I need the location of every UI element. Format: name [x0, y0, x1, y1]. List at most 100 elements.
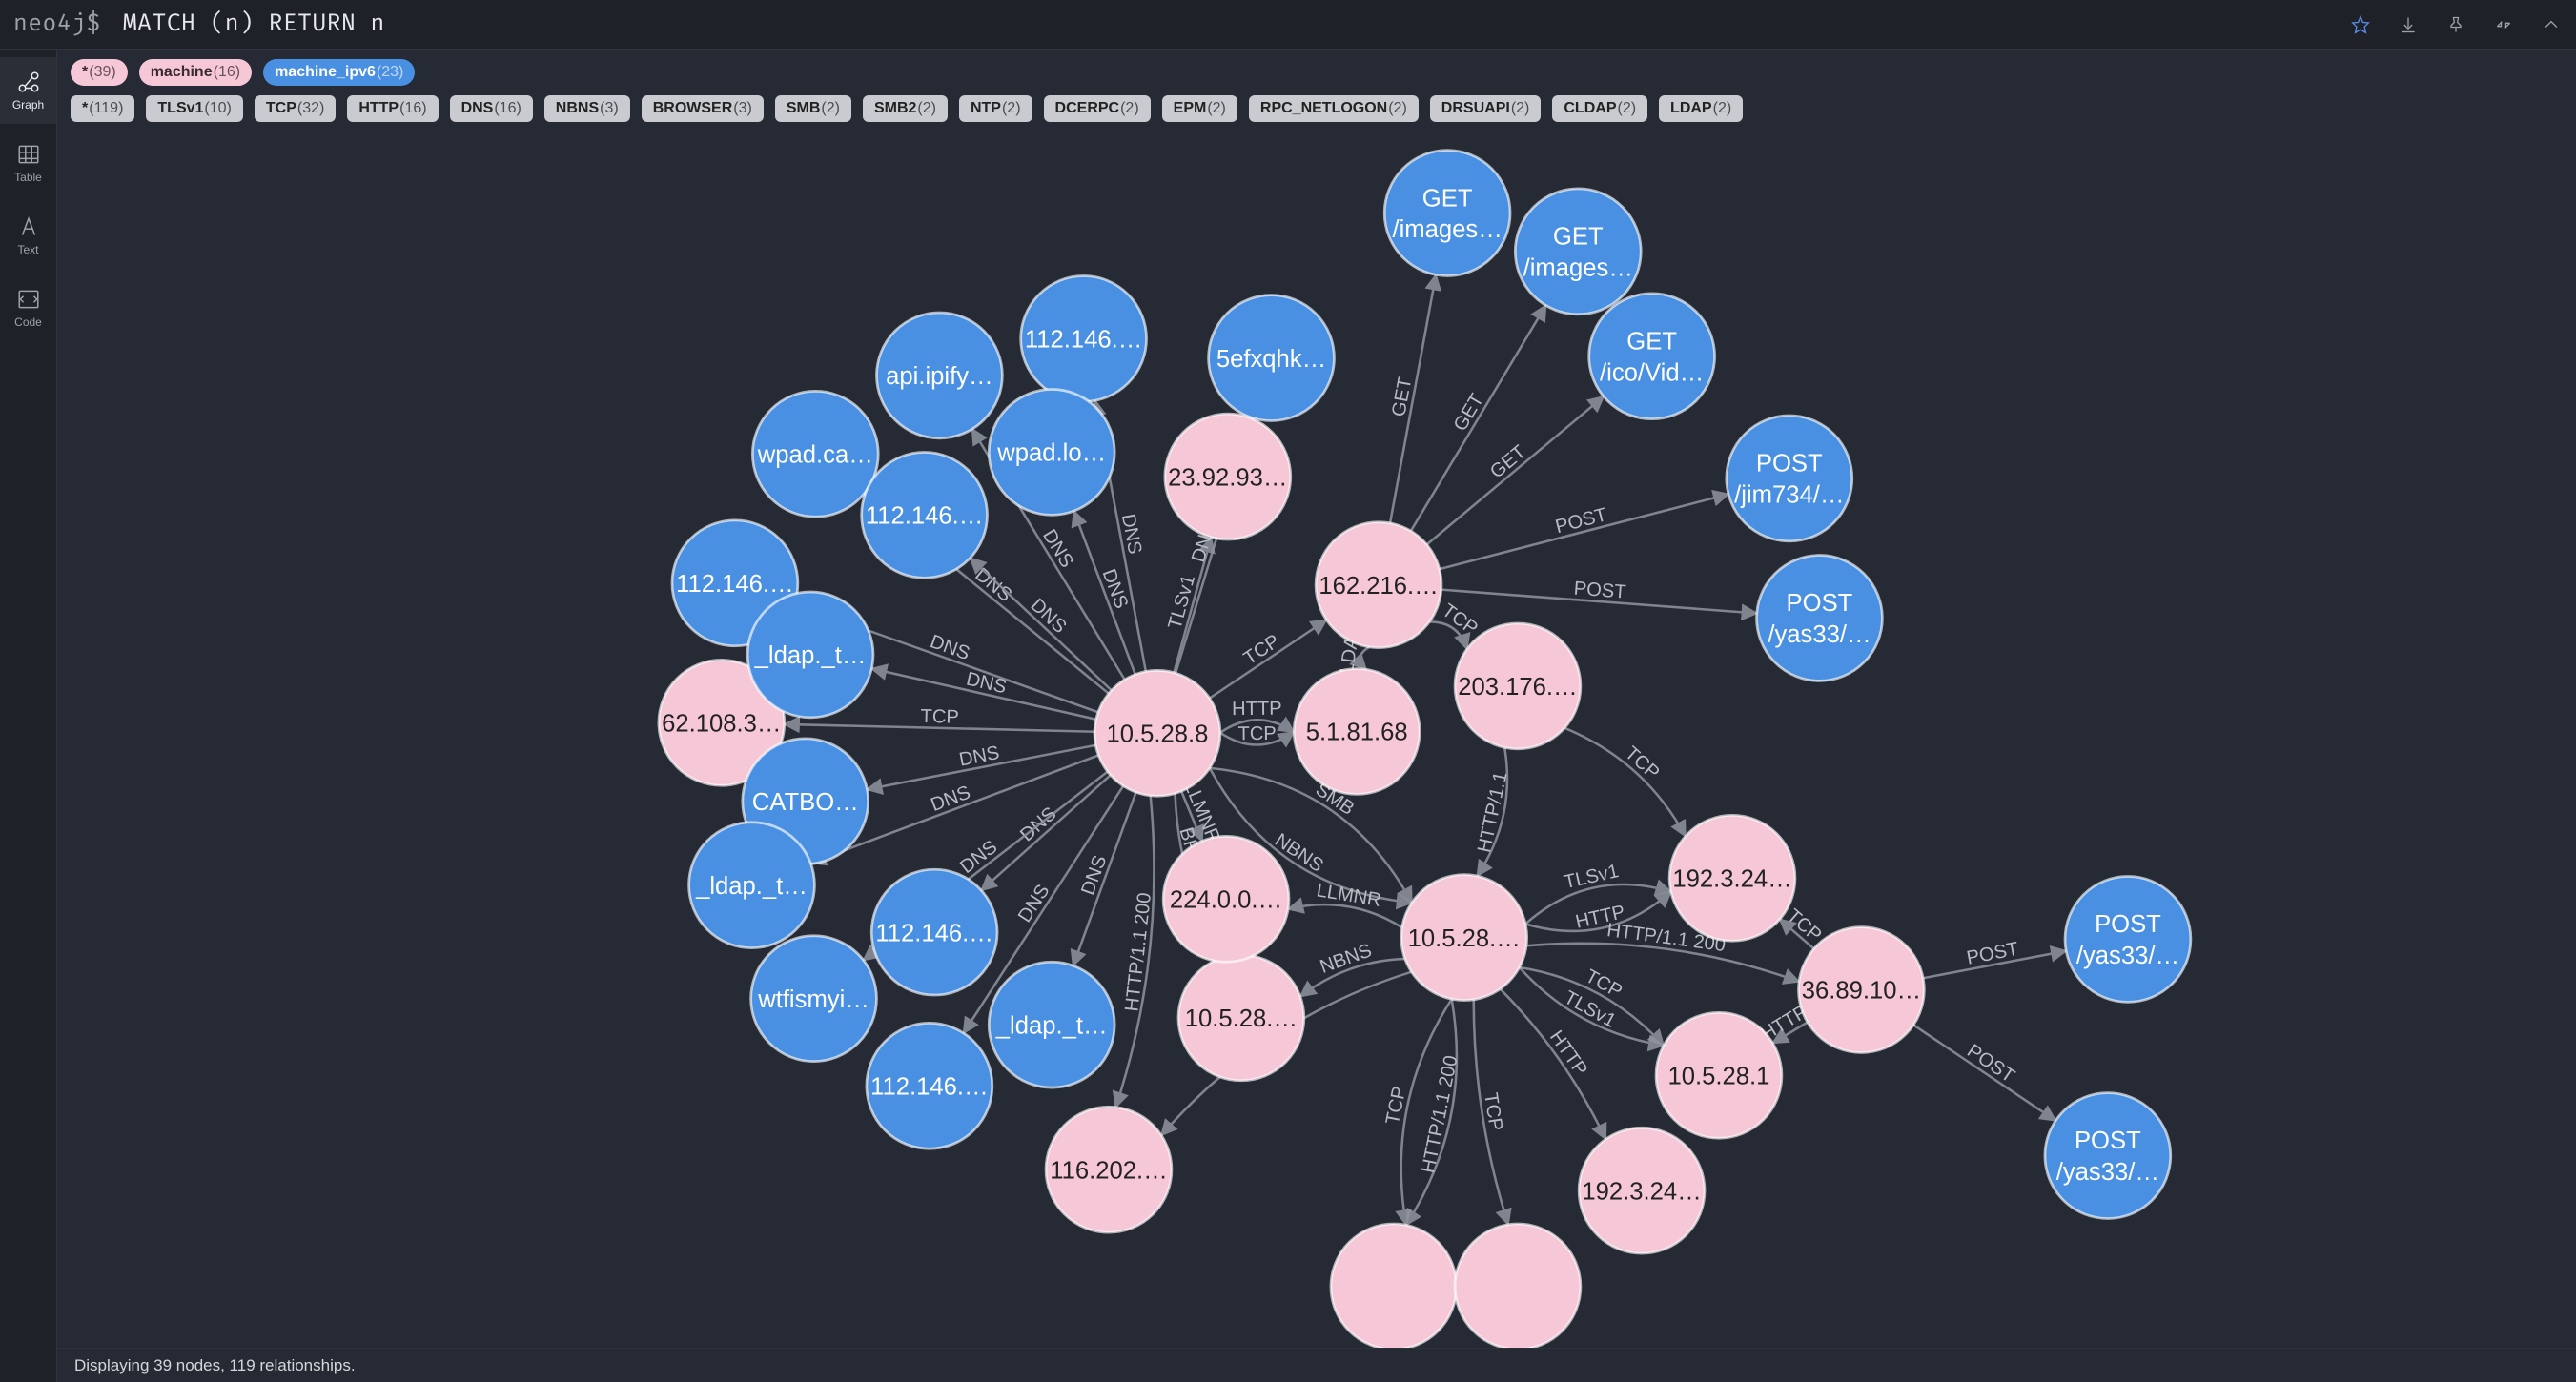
- graph-node[interactable]: 10.5.28.…: [1178, 955, 1304, 1081]
- relationship-type-tag[interactable]: TLSv1(10): [146, 95, 242, 122]
- result-panel: *(39) machine(16) machine_ipv6(23) *(119) T…: [57, 50, 2576, 1382]
- relationship-type-tag[interactable]: NBNS(3): [544, 95, 630, 122]
- graph-node[interactable]: _ldap._t…: [689, 823, 815, 948]
- graph-node[interactable]: 192.3.24…: [1579, 1128, 1705, 1253]
- node-label-row: *(39) machine(16) machine_ipv6(23): [71, 59, 2563, 86]
- graph-edge-label: HTTP/1.1 200: [1418, 1054, 1462, 1175]
- graph-node[interactable]: 10.5.28.1: [1656, 1012, 1782, 1138]
- graph-node[interactable]: _ldap._t…: [747, 592, 873, 718]
- relationship-type-tag[interactable]: EPM(2): [1162, 95, 1237, 122]
- graph-node[interactable]: GET/ico/Vid…: [1589, 294, 1715, 419]
- relationship-type-tag[interactable]: BROWSER(3): [642, 95, 764, 122]
- graph-node[interactable]: 112.146.…: [871, 869, 997, 995]
- graph-node[interactable]: POST/yas33/…: [1757, 556, 1883, 681]
- query-bar: neo4j$ MATCH (n) RETURN n: [0, 0, 2576, 50]
- graph-node[interactable]: POST/yas33/…: [2045, 1093, 2171, 1219]
- graph-edge-label: POST: [1965, 939, 2020, 969]
- sidebar-item-text[interactable]: Text: [0, 202, 56, 269]
- query-text[interactable]: MATCH (n) RETURN n: [123, 10, 385, 38]
- relationship-type-tag[interactable]: SMB2(2): [863, 95, 948, 122]
- node-label-tag[interactable]: machine_ipv6(23): [263, 59, 415, 86]
- graph-node[interactable]: 203.176.…: [1455, 623, 1581, 749]
- query-prompt: neo4j$ MATCH (n) RETURN n: [13, 10, 385, 38]
- sidebar-item-label: Code: [14, 315, 42, 329]
- relationship-type-tag[interactable]: SMB(2): [775, 95, 851, 122]
- graph-node[interactable]: 224.0.0.…: [1163, 836, 1289, 962]
- graph-node[interactable]: wtfismyi…: [751, 936, 877, 1062]
- graph-edge-label: HTTP: [1232, 699, 1282, 720]
- graph-node[interactable]: api.ipify…: [876, 313, 1002, 438]
- filter-bar: *(39) machine(16) machine_ipv6(23) *(119) T…: [57, 50, 2576, 126]
- graph-edge-label: TCP: [1480, 1091, 1506, 1132]
- sidebar-item-label: Graph: [12, 98, 44, 112]
- graph-edge-label: TCP: [1783, 905, 1826, 946]
- relationship-type-tag[interactable]: HTTP(16): [347, 95, 438, 122]
- graph-node[interactable]: 23.92.93…: [1165, 414, 1291, 539]
- graph-node[interactable]: GET/images…: [1515, 189, 1641, 315]
- pin-icon[interactable]: [2444, 13, 2467, 36]
- relationship-type-tag[interactable]: DNS(16): [450, 95, 533, 122]
- graph-node[interactable]: [1331, 1224, 1457, 1348]
- graph-node[interactable]: 5.1.81.68: [1294, 669, 1420, 795]
- prompt-label: neo4j$: [13, 10, 101, 38]
- graph-node[interactable]: [1455, 1224, 1581, 1348]
- relationship-type-tag[interactable]: CLDAP(2): [1552, 95, 1647, 122]
- relationship-type-tag[interactable]: DRSUAPI(2): [1430, 95, 1542, 122]
- graph-node[interactable]: wpad.ca…: [752, 391, 878, 517]
- graph-edge[interactable]: [1411, 305, 1546, 531]
- graph-edge-label: HTTP: [1545, 1026, 1591, 1080]
- graph-node[interactable]: POST/yas33/…: [2065, 877, 2191, 1003]
- sidebar-item-label: Table: [14, 171, 42, 184]
- main-layout: Graph Table Text Code *(39) machine(16) ma…: [0, 50, 2576, 1382]
- relationship-type-tag[interactable]: TCP(32): [255, 95, 336, 122]
- graph-node[interactable]: 5efxqhk…: [1209, 295, 1335, 421]
- result-view-sidebar: Graph Table Text Code: [0, 50, 57, 1382]
- node-label-tag[interactable]: *(39): [71, 59, 128, 86]
- graph-edge-label: DNS: [957, 742, 1001, 771]
- graph-edge[interactable]: [1526, 944, 1799, 982]
- favorite-icon[interactable]: [2349, 13, 2372, 36]
- graph-node[interactable]: POST/jim734/…: [1727, 416, 1852, 541]
- graph-edge[interactable]: [1288, 904, 1401, 927]
- relationship-type-tag[interactable]: NTP(2): [959, 95, 1032, 122]
- sidebar-item-code[interactable]: Code: [0, 274, 56, 341]
- status-bar: Displaying 39 nodes, 119 relationships.: [57, 1348, 2576, 1382]
- graph-node[interactable]: 192.3.24…: [1669, 815, 1795, 941]
- graph-edge-label: DNS: [964, 668, 1008, 698]
- graph-canvas[interactable]: DNSDNSDNSDNSDNSDNSDNSTCPDNSDNSDNSDNSDNSD…: [57, 126, 2576, 1348]
- graph-edge-label: GET: [1388, 376, 1416, 418]
- relationship-type-row: *(119) TLSv1(10) TCP(32) HTTP(16) DNS(16) NBN…: [71, 95, 2563, 122]
- graph-node[interactable]: 112.146.…: [867, 1023, 992, 1148]
- graph-node[interactable]: GET/images…: [1384, 151, 1510, 276]
- query-actions: [2349, 13, 2563, 36]
- graph-node[interactable]: 36.89.10…: [1798, 927, 1924, 1053]
- graph-edge-label: TCP: [1237, 723, 1276, 744]
- graph-node[interactable]: 116.202.…: [1046, 1107, 1172, 1232]
- collapse-icon[interactable]: [2492, 13, 2515, 36]
- graph-node[interactable]: 10.5.28.8: [1094, 670, 1220, 796]
- graph-edge-label: TCP: [920, 706, 959, 728]
- graph-node[interactable]: 112.146.…: [1021, 276, 1147, 402]
- sidebar-item-table[interactable]: Table: [0, 130, 56, 196]
- chevron-up-icon[interactable]: [2540, 13, 2563, 36]
- graph-node[interactable]: 162.216.…: [1316, 522, 1441, 648]
- sidebar-item-graph[interactable]: Graph: [0, 57, 56, 124]
- relationship-type-tag[interactable]: *(119): [71, 95, 134, 122]
- graph-edge-label: HTTP/1.1: [1474, 770, 1511, 855]
- graph-node[interactable]: 112.146.…: [862, 452, 988, 578]
- status-text: Displaying 39 nodes, 119 relationships.: [74, 1356, 356, 1375]
- graph-edge[interactable]: [1360, 647, 1370, 669]
- node-label-tag[interactable]: machine(16): [139, 59, 252, 86]
- relationship-type-tag[interactable]: DCERPC(2): [1044, 95, 1151, 122]
- sidebar-item-label: Text: [17, 243, 38, 256]
- relationship-type-tag[interactable]: RPC_NETLOGON(2): [1249, 95, 1419, 122]
- graph-edge[interactable]: [1564, 728, 1686, 837]
- graph-node[interactable]: wpad.lo…: [989, 390, 1114, 516]
- graph-edge-label: POST: [1573, 579, 1626, 603]
- graph-edge-label: POST: [1963, 1041, 2018, 1087]
- graph-edge[interactable]: [1440, 495, 1728, 570]
- relationship-type-tag[interactable]: LDAP(2): [1659, 95, 1743, 122]
- download-icon[interactable]: [2397, 13, 2420, 36]
- graph-node[interactable]: 10.5.28.…: [1401, 875, 1527, 1001]
- graph-node[interactable]: _ldap._t…: [989, 962, 1114, 1087]
